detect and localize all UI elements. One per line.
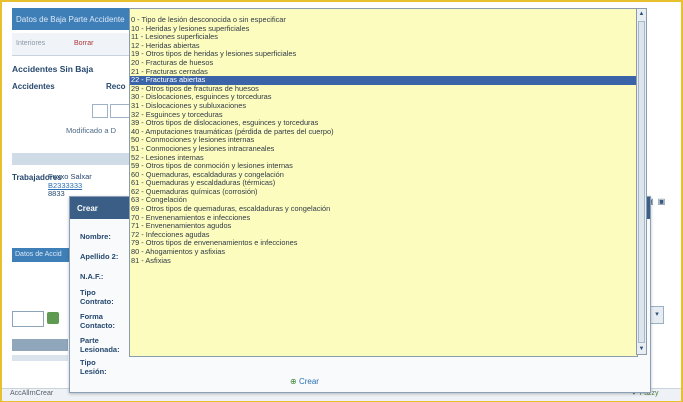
- subsection-label: Accidentes: [12, 82, 55, 91]
- table-row[interactable]: [12, 355, 68, 361]
- filter-input[interactable]: [12, 311, 44, 327]
- dropdown-option[interactable]: 12 - Heridas abiertas: [130, 42, 637, 51]
- dropdown-option[interactable]: 61 - Quemaduras y escaldaduras (térmicas…: [130, 179, 637, 188]
- toolbar-button-1[interactable]: Interiores: [16, 40, 45, 47]
- small-input[interactable]: [92, 104, 108, 118]
- dropdown-option[interactable]: 20 - Fracturas de huesos: [130, 59, 637, 68]
- field-label-naf: N.A.F.:: [80, 272, 104, 281]
- dropdown-option[interactable]: 69 - Otros tipos de quemaduras, escaldad…: [130, 205, 637, 214]
- modified-text: Modificado a D: [66, 126, 117, 135]
- dropdown-option[interactable]: 80 - Ahogamientos y asfixias: [130, 248, 637, 257]
- dropdown-option[interactable]: 52 - Lesiones internas: [130, 154, 637, 163]
- dropdown-option[interactable]: 81 - Asfixias: [130, 257, 637, 266]
- dropdown-option[interactable]: 30 - Dislocaciones, esguinces y torcedur…: [130, 93, 637, 102]
- toolbar-delete-button[interactable]: Borrar: [74, 40, 93, 47]
- dropdown-options: 0 - Tipo de lesión desconocida o sin esp…: [130, 16, 637, 265]
- field-label-nombre: Nombre:: [80, 232, 111, 241]
- pane-scroll-button[interactable]: ▾: [650, 306, 664, 324]
- dropdown-scrollbar[interactable]: ▲ ▼: [636, 8, 647, 355]
- dropdown-option-selected[interactable]: 22 - Fracturas abiertas: [130, 76, 637, 85]
- dropdown-option[interactable]: 60 - Quemaduras, escaldaduras y congelac…: [130, 171, 637, 180]
- dropdown-option[interactable]: 39 - Otros tipos de dislocaciones, esgui…: [130, 119, 637, 128]
- scroll-down-arrow-icon[interactable]: ▼: [638, 345, 645, 353]
- dropdown-option[interactable]: 19 - Otros tipos de heridas y lesiones s…: [130, 50, 637, 59]
- create-icon: ⊕: [290, 377, 297, 386]
- dropdown-option[interactable]: 10 - Heridas y lesiones superficiales: [130, 25, 637, 34]
- app-toolbar: Interiores Borrar: [12, 33, 132, 56]
- field-label-tipo-contrato: Tipo Contrato:: [80, 288, 114, 306]
- status-text: AccAllrnCrear: [10, 390, 54, 397]
- accident-data-bar-text: Datos de Accid: [15, 251, 62, 258]
- table-header-row: [12, 339, 68, 351]
- dropdown-option[interactable]: 0 - Tipo de lesión desconocida o sin esp…: [130, 16, 637, 25]
- dropdown-option[interactable]: 51 - Conmociones y lesiones intracraneal…: [130, 145, 637, 154]
- dropdown-option[interactable]: 79 - Otros tipos de envenenamientos e in…: [130, 239, 637, 248]
- dropdown-option[interactable]: 59 - Otros tipos de conmoción y lesiones…: [130, 162, 637, 171]
- scroll-up-arrow-icon[interactable]: ▲: [638, 10, 645, 18]
- app-top-bar: Datos de Baja Parte Accidente: [12, 8, 132, 30]
- section-band: [12, 153, 132, 165]
- field-label-parte-lesionada: Parte Lesionada:: [80, 336, 120, 354]
- dropdown-option[interactable]: 62 - Quemaduras químicas (corrosión): [130, 188, 637, 197]
- scroll-thumb[interactable]: [638, 21, 645, 343]
- dropdown-option[interactable]: 31 - Dislocaciones y subluxaciones: [130, 102, 637, 111]
- crear-button-label: Crear: [298, 377, 319, 386]
- dropdown-option[interactable]: 70 - Envenenamientos e infecciones: [130, 214, 637, 223]
- dropdown-option[interactable]: 50 - Conmociones y lesiones internas: [130, 136, 637, 145]
- dropdown-option[interactable]: 32 - Esguinces y torceduras: [130, 111, 637, 120]
- section-title: Accidentes Sin Baja: [12, 64, 94, 74]
- dropdown-option[interactable]: 72 - Infecciones agudas: [130, 231, 637, 240]
- workers-values: Fuxxo Salxar B2333333 8833: [48, 172, 92, 199]
- app-top-bar-text: Datos de Baja Parte Accidente: [16, 15, 125, 24]
- dropdown-option[interactable]: 11 - Lesiones superficiales: [130, 33, 637, 42]
- field-label-apellido: Apellido 2:: [80, 252, 119, 261]
- dialog-title: Crear: [77, 204, 98, 213]
- dropdown-option[interactable]: 29 - Otros tipos de fracturas de huesos: [130, 85, 637, 94]
- crear-button[interactable]: ⊕ Crear: [290, 377, 319, 386]
- tipo-lesion-dropdown-list[interactable]: 0 - Tipo de lesión desconocida o sin esp…: [129, 8, 638, 357]
- accident-data-bar: Datos de Accid: [12, 248, 70, 262]
- subsection-label-right: Reco: [106, 82, 126, 91]
- go-button[interactable]: [47, 312, 59, 324]
- dropdown-option[interactable]: 40 - Amputaciones traumáticas (pérdida d…: [130, 128, 637, 137]
- dropdown-option[interactable]: 21 - Fracturas cerradas: [130, 68, 637, 77]
- dropdown-option[interactable]: 63 - Congelación: [130, 196, 637, 205]
- field-label-tipo-lesion: Tipo Lesión:: [80, 358, 107, 376]
- dropdown-option[interactable]: 71 - Envenenamientos agudos: [130, 222, 637, 231]
- field-label-forma-contacto: Forma Contacto:: [80, 312, 115, 330]
